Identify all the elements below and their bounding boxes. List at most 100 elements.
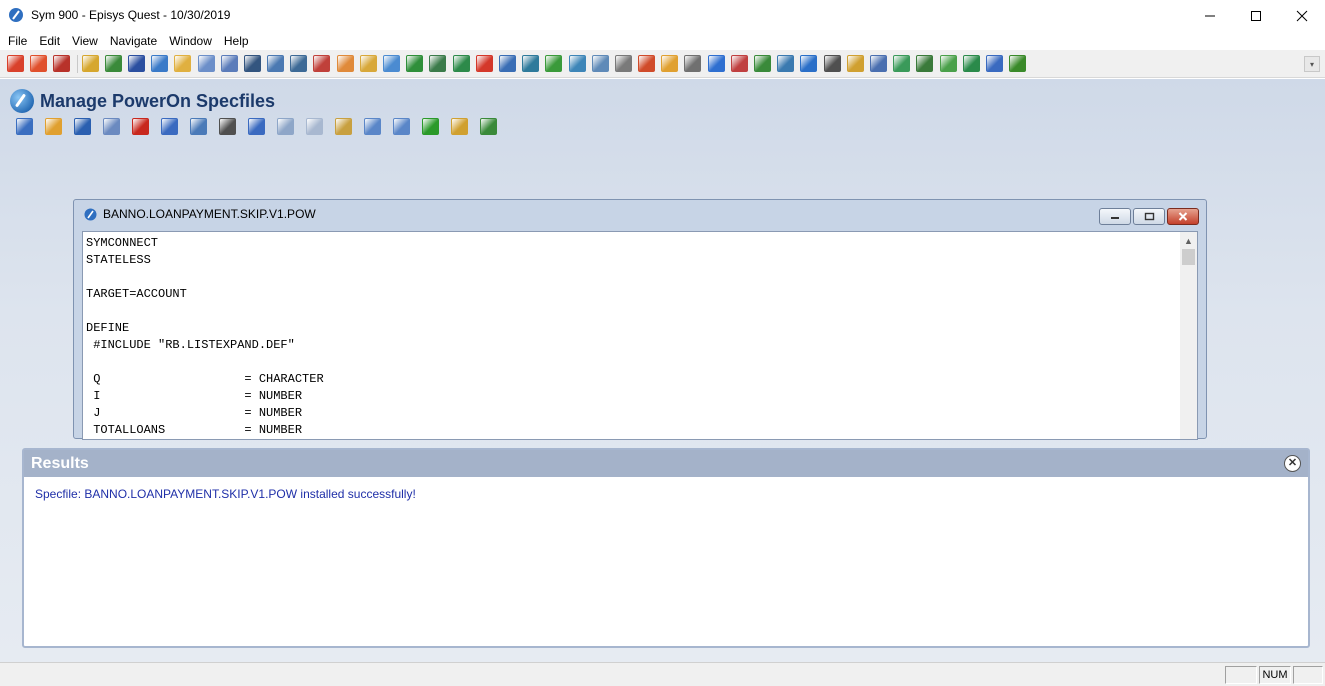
money-icon[interactable] [754,55,771,72]
refresh-icon[interactable] [30,55,48,72]
menu-edit[interactable]: Edit [33,34,66,48]
save-all-icon[interactable] [103,118,120,135]
code-text[interactable]: SYMCONNECT STATELESS TARGET=ACCOUNT DEFI… [86,235,396,439]
editor-restore-button[interactable] [1133,208,1165,225]
new-file-icon[interactable] [16,118,33,135]
lock-icon[interactable] [53,55,71,72]
folder-stop-icon[interactable] [475,55,493,72]
question-icon[interactable] [545,55,563,72]
copy-disabled-icon[interactable] [306,118,323,135]
check-icon[interactable] [422,118,439,135]
editor-close-button[interactable] [1167,208,1199,225]
undo-icon[interactable] [364,118,381,135]
stack-icon[interactable] [893,55,911,72]
edit-note-icon[interactable] [81,55,99,72]
document-icon [84,208,97,220]
menu-help[interactable]: Help [218,34,255,48]
delete-icon[interactable] [132,118,149,135]
results-header: Results ✕ [24,450,1308,477]
maximize-button[interactable] [1233,0,1279,31]
gift-icon[interactable] [730,55,748,72]
notepad-icon[interactable] [939,55,957,72]
menu-window[interactable]: Window [163,34,218,48]
minimize-button[interactable] [1187,0,1233,31]
save-icon[interactable] [74,118,91,135]
recycle-icon[interactable] [452,55,470,72]
book-icon[interactable] [498,55,516,72]
scroll-up-icon[interactable]: ▲ [1180,232,1197,249]
close-button[interactable] [1279,0,1325,31]
results-message: Specfile: BANNO.LOANPAYMENT.SKIP.V1.POW … [35,487,416,501]
copy-icon[interactable] [197,55,215,72]
maximize-icon [1251,10,1261,21]
pencil-icon[interactable] [151,55,169,72]
letter-a-icon[interactable] [174,55,192,72]
doc-check-icon[interactable] [429,55,447,72]
menu-view[interactable]: View [66,34,104,48]
open-folder-icon[interactable] [45,118,62,135]
screen-green-icon[interactable] [406,55,424,72]
display-icon[interactable] [777,55,795,72]
editor-vertical-scrollbar[interactable]: ▲ [1180,232,1197,439]
puzzle-icon[interactable] [336,55,354,72]
magnify-doc-icon[interactable] [985,55,1003,72]
main-toolbar: ▾ [0,50,1325,78]
user-add-icon[interactable] [104,55,122,72]
menu-file[interactable]: File [2,34,33,48]
network-icon[interactable] [267,55,285,72]
crosshair-icon[interactable] [707,55,725,72]
find-doc-icon[interactable] [190,118,207,135]
send-icon[interactable] [661,55,679,72]
scrollbar-thumb[interactable] [1182,249,1195,265]
gear-icon[interactable] [684,55,702,72]
editor-minimize-button[interactable] [1099,208,1131,225]
sbt-icon[interactable] [916,55,934,72]
calendar-icon[interactable] [243,55,261,72]
cut-icon[interactable] [277,118,294,135]
list-icon[interactable] [220,55,238,72]
redo-icon[interactable] [393,118,410,135]
deploy-icon[interactable] [480,118,497,135]
workspace-header: Manage PowerOn Specfiles [10,89,275,113]
printer-icon[interactable] [823,55,841,72]
title-bar: Sym 900 - Episys Quest - 10/30/2019 [0,0,1325,31]
restore-icon [1144,212,1154,221]
page-title: Manage PowerOn Specfiles [40,90,276,111]
cash-icon[interactable] [1009,55,1027,72]
building-icon[interactable] [522,55,540,72]
folder-search-icon[interactable] [359,55,377,72]
toolbar-overflow-button[interactable]: ▾ [1304,56,1320,72]
chevron-down-icon: ▾ [1309,59,1314,69]
card-icon[interactable] [614,55,632,72]
menu-navigate[interactable]: Navigate [104,34,163,48]
form-icon[interactable] [869,55,887,72]
person-icon[interactable] [638,55,656,72]
doc-star-icon[interactable] [383,55,400,72]
close-icon: ✕ [1287,457,1298,469]
results-close-button[interactable]: ✕ [1284,455,1301,472]
box-icon[interactable] [568,55,586,72]
globe-icon[interactable] [800,55,818,72]
monitor-icon[interactable] [290,55,308,72]
code-editor[interactable]: SYMCONNECT STATELESS TARGET=ACCOUNT DEFI… [82,231,1198,440]
results-panel: Results ✕ Specfile: BANNO.LOANPAYMENT.SK… [22,448,1310,648]
specfile-toolbar [16,118,509,135]
specfile-logo-icon [10,89,34,113]
status-pane-caps [1225,666,1257,684]
editor-title-bar: BANNO.LOANPAYMENT.SKIP.V1.POW [74,200,1206,228]
paste-icon[interactable] [335,118,352,135]
print-icon[interactable] [219,118,236,135]
status-pane-num: NUM [1259,666,1291,684]
status-bar: NUM [0,662,1325,686]
table-icon[interactable] [591,55,609,72]
back-icon[interactable] [7,55,24,72]
search-icon[interactable] [248,118,265,135]
install-icon[interactable] [451,118,468,135]
home-icon[interactable] [127,55,145,72]
bar-chart-icon[interactable] [846,55,864,72]
results-body: Specfile: BANNO.LOANPAYMENT.SKIP.V1.POW … [24,477,1308,501]
tools-icon[interactable] [313,55,331,72]
dollar-cycle-icon[interactable] [962,55,980,72]
editor-window-controls [1097,208,1199,225]
rename-icon[interactable] [161,118,178,135]
